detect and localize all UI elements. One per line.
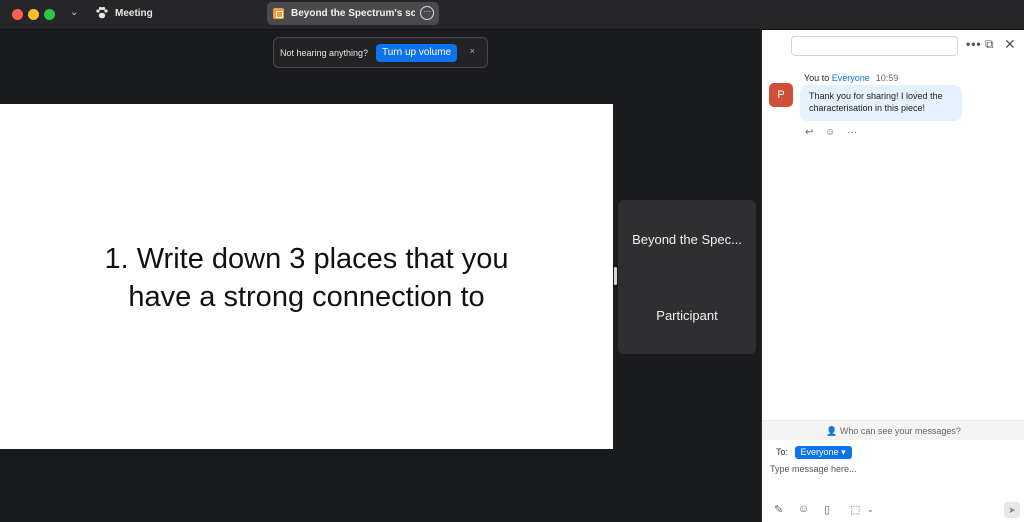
emoji-react-icon[interactable]: ☺ bbox=[825, 127, 835, 138]
screenshot-icon[interactable]: ⬚ bbox=[850, 503, 860, 516]
screen-share-label: Beyond the Spectrum's scree bbox=[291, 8, 415, 19]
pop-out-icon[interactable]: ⧉ bbox=[985, 37, 994, 51]
close-window-button[interactable] bbox=[12, 9, 23, 20]
emoji-icon[interactable]: ☺ bbox=[798, 503, 809, 515]
recipient-row: To: Everyone ▾ bbox=[776, 446, 852, 459]
message-recipient: Everyone bbox=[831, 73, 870, 83]
message-sender-line: You to Everyone 10:59 bbox=[804, 73, 898, 83]
title-bar: ⌄ Meeting Beyond the Spectrum's scree ··… bbox=[0, 0, 1024, 30]
message-input[interactable]: Type message here... bbox=[770, 464, 1010, 474]
slide-line-2: have a strong connection to bbox=[128, 281, 485, 313]
turn-up-volume-button[interactable]: Turn up volume bbox=[376, 44, 458, 62]
message-actions: ↩ ☺ ··· bbox=[805, 127, 866, 138]
recipient-dropdown-label: Everyone bbox=[800, 447, 839, 457]
avatar: P bbox=[769, 83, 793, 107]
chevron-down-icon[interactable]: ⌄ bbox=[70, 7, 78, 18]
audio-notification: Not hearing anything? Turn up volume × bbox=[273, 37, 488, 68]
file-icon[interactable]: ▯ bbox=[824, 503, 830, 516]
person-icon: 👤 bbox=[826, 426, 838, 436]
chat-toolbar: ✎ ☺ ▯ ⬚ ⌄ ➤ bbox=[762, 500, 1024, 520]
message-bubble: Thank you for sharing! I loved the chara… bbox=[800, 85, 962, 121]
notification-message: Not hearing anything? bbox=[280, 48, 369, 58]
close-icon[interactable]: × bbox=[470, 46, 475, 56]
screen-share-pill[interactable]: Beyond the Spectrum's scree ··· bbox=[267, 2, 439, 25]
resize-handle[interactable] bbox=[614, 267, 617, 285]
more-icon[interactable]: ••• bbox=[966, 37, 982, 51]
visibility-note: Who can see your messages? bbox=[839, 426, 961, 436]
participant-role: Participant bbox=[656, 308, 718, 323]
meeting-window: ⌄ Meeting Beyond the Spectrum's scree ··… bbox=[0, 0, 1024, 522]
chat-header: ••• ⧉ ✕ bbox=[762, 30, 1024, 60]
chevron-down-icon[interactable]: ⌄ bbox=[867, 505, 874, 514]
close-icon[interactable]: ✕ bbox=[1004, 37, 1016, 51]
more-options-icon[interactable]: ··· bbox=[420, 6, 434, 20]
format-text-icon[interactable]: ✎ bbox=[774, 503, 783, 516]
app-title: Meeting bbox=[115, 8, 153, 19]
chat-search-input[interactable] bbox=[791, 36, 958, 56]
maximize-window-button[interactable] bbox=[44, 9, 55, 20]
chat-panel: ••• ⧉ ✕ P You to Everyone 10:59 Thank you… bbox=[761, 30, 1024, 522]
sender-prefix: You to bbox=[804, 73, 832, 83]
send-icon[interactable]: ➤ bbox=[1004, 502, 1020, 518]
visibility-info-bar[interactable]: 👤 Who can see your messages? bbox=[762, 420, 1024, 440]
more-icon[interactable]: ··· bbox=[847, 127, 857, 138]
slide-line-1: 1. Write down 3 places that you bbox=[104, 243, 509, 275]
to-label: To: bbox=[776, 447, 789, 457]
slide-text: 1. Write down 3 places that you have a s… bbox=[0, 240, 613, 316]
recipient-dropdown[interactable]: Everyone ▾ bbox=[794, 446, 852, 459]
participant-name: Beyond the Spec... bbox=[632, 232, 742, 247]
screen-share-icon bbox=[273, 8, 284, 19]
reply-icon[interactable]: ↩ bbox=[805, 127, 813, 138]
minimize-window-button[interactable] bbox=[28, 9, 39, 20]
message-time: 10:59 bbox=[875, 73, 899, 83]
shared-slide: 1. Write down 3 places that you have a s… bbox=[0, 104, 613, 449]
video-stage: Not hearing anything? Turn up volume × 1… bbox=[0, 31, 761, 522]
participant-tile[interactable]: Beyond the Spec... Participant bbox=[618, 200, 756, 354]
paw-icon bbox=[96, 6, 108, 19]
